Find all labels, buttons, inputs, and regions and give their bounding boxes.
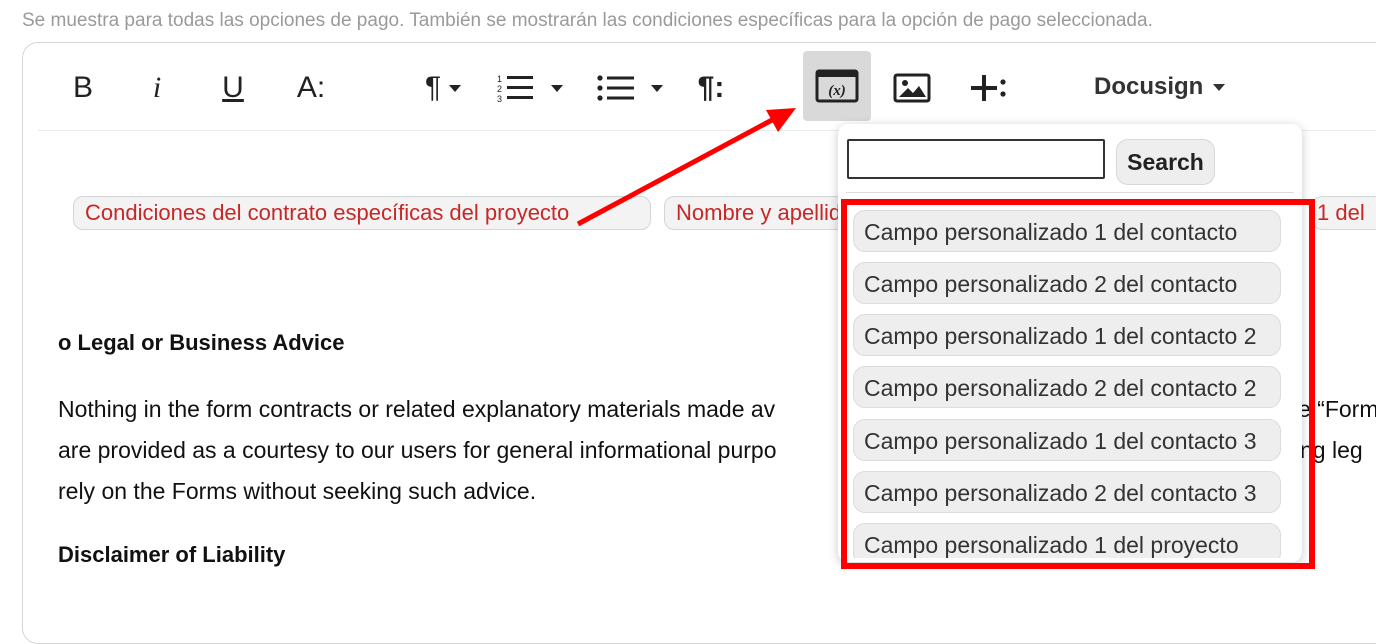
underline-label: U (222, 71, 244, 104)
paragraph-more-icon: ¶: (697, 71, 725, 104)
font-size-button[interactable]: A: (290, 62, 332, 114)
variable-list-item[interactable]: Campo personalizado 1 del contacto (853, 210, 1281, 252)
docusign-dropdown[interactable]: Docusign (1094, 70, 1226, 104)
search-button[interactable]: Search (1116, 139, 1215, 185)
ordered-list-icon: 1 2 3 (497, 74, 533, 103)
chevron-down-icon (651, 84, 663, 92)
svg-text:1: 1 (497, 74, 502, 84)
insert-more-button[interactable] (968, 62, 1010, 114)
italic-button[interactable]: i (145, 62, 169, 114)
bullet-list-dropdown[interactable] (592, 62, 668, 114)
section-heading: Disclaimer of Liability (58, 542, 286, 567)
bullet-list-icon (597, 75, 634, 101)
chevron-down-icon (1213, 83, 1226, 91)
image-icon (893, 73, 931, 103)
dropdown-divider (846, 192, 1294, 193)
paragraph-format-dropdown[interactable]: ¶ (416, 62, 470, 114)
merge-field-chip[interactable]: 1 del (1312, 196, 1376, 230)
ordered-list-dropdown[interactable]: 1 2 3 (492, 62, 568, 114)
paragraph-line-end: e “Form (1298, 396, 1376, 422)
docusign-label: Docusign (1094, 73, 1204, 100)
underline-button[interactable]: U (217, 62, 249, 114)
variable-list-item[interactable]: Campo personalizado 1 del contacto 2 (853, 314, 1281, 356)
variable-list-item[interactable]: Campo personalizado 1 del contacto 3 (853, 419, 1281, 461)
paragraph-line-end: ng leg (1300, 437, 1363, 463)
variable-list-item[interactable]: Campo personalizado 1 del proyecto (853, 523, 1281, 558)
variable-list-item[interactable]: Campo personalizado 2 del contacto 3 (853, 471, 1281, 513)
pilcrow-icon: ¶ (424, 71, 442, 104)
chevron-down-icon (449, 84, 462, 92)
insert-image-button[interactable] (892, 62, 932, 114)
chevron-down-icon (551, 84, 563, 92)
variable-dropdown-panel: Search Campo personalizado 1 del contact… (838, 124, 1302, 562)
variable-list-item[interactable]: Campo personalizado 2 del contacto (853, 262, 1281, 304)
paragraph-style-button[interactable]: ¶: (692, 62, 730, 114)
bold-button[interactable]: B (68, 62, 98, 114)
bold-label: B (72, 71, 93, 104)
italic-label: i (152, 71, 162, 104)
insert-variable-button[interactable]: (x) (803, 51, 871, 121)
svg-text:3: 3 (497, 94, 502, 103)
variable-icon: (x) (815, 69, 859, 103)
section-heading: o Legal or Business Advice (58, 330, 345, 355)
font-size-label: A: (296, 71, 326, 104)
plus-more-icon (971, 75, 1006, 101)
variable-list-item[interactable]: Campo personalizado 2 del contacto 2 (853, 366, 1281, 408)
variable-list[interactable]: Campo personalizado 1 del contacto Campo… (853, 210, 1283, 558)
merge-field-chip[interactable]: Condiciones del contrato específicas del… (73, 196, 651, 230)
paragraph-line: Nothing in the form contracts or related… (58, 396, 776, 422)
paragraph-line: are provided as a courtesy to our users … (58, 437, 777, 463)
variable-search-input[interactable] (847, 139, 1105, 179)
payment-hint-text: Se muestra para todas las opciones de pa… (22, 10, 1153, 31)
paragraph-line: rely on the Forms without seeking such a… (58, 478, 537, 504)
svg-text:2: 2 (497, 84, 502, 94)
svg-text:(x): (x) (828, 83, 846, 99)
